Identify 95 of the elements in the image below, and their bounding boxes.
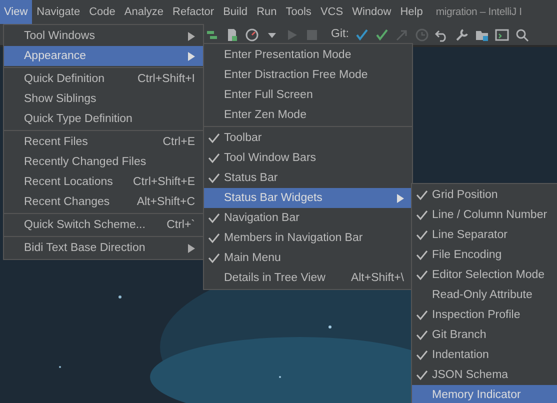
menu-item-label: Toolbar (224, 131, 262, 146)
menu-bar-item[interactable]: VCS (316, 0, 348, 24)
shortcut-text: Ctrl+Shift+I (137, 72, 195, 87)
menu-item-label: Members in Navigation Bar (224, 231, 363, 246)
menu-item-label: Status Bar Widgets (224, 191, 322, 206)
menu-bar-item[interactable]: Navigate (32, 0, 84, 24)
menu-item-label: Quick Definition (24, 72, 105, 87)
menu-item-label: Tool Window Bars (224, 151, 316, 166)
menu-item-label: JSON Schema (432, 368, 508, 383)
menu-bar-item[interactable]: Refactor (168, 0, 218, 24)
shortcut-text: Alt+Shift+C (136, 195, 195, 210)
menu-item-label: File Encoding (432, 248, 502, 263)
menu-item[interactable]: JSON Schema (412, 365, 557, 385)
menu-item-label: Appearance (24, 49, 86, 64)
menu-item[interactable]: Enter Zen Mode (204, 105, 412, 125)
menu-bar-item[interactable]: Build (219, 0, 252, 24)
terminal-icon[interactable] (494, 28, 509, 42)
menu-item[interactable]: Read-Only Attribute (412, 285, 557, 305)
menu-item[interactable]: Quick Definition Ctrl+Shift+I (4, 69, 203, 89)
menu-item-label: Line / Column Number (432, 208, 548, 223)
menu-bar-item[interactable]: Run (252, 0, 281, 24)
menu-item[interactable]: Enter Full Screen (204, 85, 412, 105)
gauge-icon[interactable] (245, 28, 259, 42)
window-title: migration – IntelliJ I (436, 5, 522, 20)
undo-icon[interactable] (434, 28, 449, 42)
menu-item-label: Main Menu (224, 251, 281, 266)
menu-item-label: Details in Tree View (224, 271, 326, 286)
menu-item-label: Line Separator (432, 228, 508, 243)
check-icon[interactable] (354, 28, 369, 42)
menu-item-label: Recent Locations (24, 175, 113, 190)
menu-item-label: Read-Only Attribute (432, 288, 532, 303)
shortcut-text: Alt+Shift+\ (350, 271, 404, 286)
wrench-icon[interactable] (454, 28, 469, 42)
menu-item[interactable]: Editor Selection Mode (412, 265, 557, 285)
menu-item[interactable]: Bidi Text Base Direction (4, 238, 203, 258)
menu-item[interactable]: Status Bar Widgets (204, 188, 412, 208)
menu-item[interactable]: Enter Distraction Free Mode (204, 65, 412, 85)
menu-item[interactable]: Enter Presentation Mode (204, 45, 412, 65)
menu-item[interactable]: Toolbar (204, 128, 412, 148)
menu-item[interactable]: Main Menu (204, 248, 412, 268)
menu-item[interactable]: Status Bar (204, 168, 412, 188)
menu-item-label: Navigation Bar (224, 211, 300, 226)
menu-bar-item[interactable]: Help (396, 0, 427, 24)
menu-item[interactable]: Members in Navigation Bar (204, 228, 412, 248)
menu-bar-item[interactable]: Code (85, 0, 120, 24)
menu-item[interactable]: Indentation (412, 345, 557, 365)
menu-item-label: Indentation (432, 348, 489, 363)
shortcut-text: Ctrl+E (162, 135, 195, 150)
menu-item[interactable]: Memory Indicator (412, 385, 557, 403)
menu-item[interactable]: Tool Window Bars (204, 148, 412, 168)
menu-bar-item[interactable]: View (0, 0, 32, 24)
git-label: Git: (331, 26, 349, 42)
menu-item-label: Enter Full Screen (224, 88, 313, 103)
menu-item-label: Recent Changes (24, 195, 110, 210)
menu-item[interactable]: Show Siblings (4, 89, 203, 109)
menu-item[interactable]: Appearance (4, 46, 203, 66)
menu-bar-item[interactable]: Analyze (120, 0, 168, 24)
menu-item-label: Show Siblings (24, 92, 96, 107)
menu-item-label: Status Bar (224, 171, 278, 186)
menu-item[interactable]: Quick Type Definition (4, 109, 203, 129)
menu-item[interactable]: Line / Column Number (412, 205, 557, 225)
menu-item-label: Memory Indicator (432, 388, 521, 403)
menu-item-label: Recent Files (24, 135, 88, 150)
menu-item-label: Grid Position (432, 188, 498, 203)
menu-item[interactable]: Navigation Bar (204, 208, 412, 228)
menu-item-label: Git Branch (432, 328, 486, 343)
menu-item[interactable]: Git Branch (412, 325, 557, 345)
menu-item[interactable]: Quick Switch Scheme... Ctrl+` (4, 215, 203, 235)
menu-item-label: Enter Presentation Mode (224, 48, 352, 63)
menu-item[interactable]: Line Separator (412, 225, 557, 245)
menu-item-label: Bidi Text Base Direction (24, 241, 146, 256)
check-icon[interactable] (374, 28, 389, 42)
menu-item-label: Tool Windows (24, 29, 95, 44)
menu-item-label: Quick Type Definition (24, 112, 132, 127)
menu-item[interactable]: Grid Position (412, 185, 557, 205)
menu-item-label: Recently Changed Files (24, 155, 146, 170)
menu-item-label: Inspection Profile (432, 308, 520, 323)
menu-bar-item[interactable]: Tools (282, 0, 316, 24)
menu-item-label: Enter Zen Mode (224, 108, 306, 123)
menu-item[interactable]: Recent Changes Alt+Shift+C (4, 192, 203, 212)
menu-item[interactable]: Details in Tree View Alt+Shift+\ (204, 268, 412, 288)
menu-item[interactable]: Recently Changed Files (4, 152, 203, 172)
menu-item[interactable]: Inspection Profile (412, 305, 557, 325)
menu-item-label: Quick Switch Scheme... (24, 218, 146, 233)
menu-item[interactable]: File Encoding (412, 245, 557, 265)
search-icon[interactable] (514, 28, 529, 42)
shortcut-text: Ctrl+Shift+E (133, 175, 195, 190)
shortcut-text: Ctrl+` (166, 218, 195, 233)
menu-item[interactable]: Recent Locations Ctrl+Shift+E (4, 172, 203, 192)
menu-item[interactable]: Tool Windows (4, 26, 203, 46)
menu-item[interactable]: Recent Files Ctrl+E (4, 132, 203, 152)
menu-item-label: Enter Distraction Free Mode (224, 68, 368, 83)
document-icon[interactable] (225, 28, 239, 42)
menu-bar-item[interactable]: Window (348, 0, 396, 24)
menu-item-label: Editor Selection Mode (432, 268, 545, 283)
